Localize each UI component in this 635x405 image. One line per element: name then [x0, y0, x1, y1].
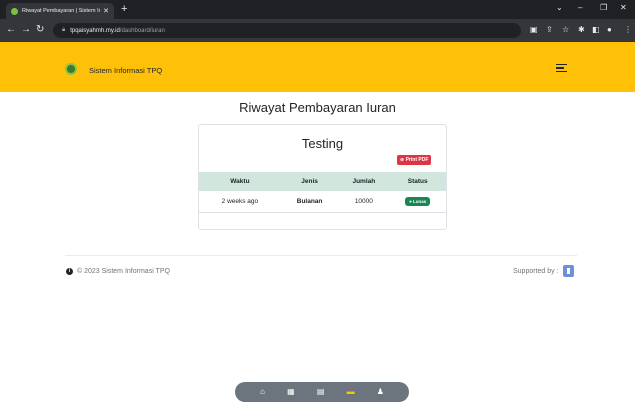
- column-header-status: Status: [407, 178, 428, 185]
- table-header-row: Waktu Jenis Jumlah Status: [199, 172, 446, 191]
- new-tab-icon[interactable]: +: [121, 3, 127, 15]
- info-icon: i: [66, 268, 73, 275]
- tab-favicon-icon: [11, 7, 18, 15]
- users-icon[interactable]: ♟: [377, 387, 384, 397]
- minimize-icon[interactable]: –: [578, 3, 582, 12]
- column-header-jenis: Jenis: [301, 178, 318, 185]
- lock-icon[interactable]: 🔒︎: [62, 27, 65, 34]
- close-window-icon[interactable]: ✕: [620, 3, 627, 12]
- column-header-waktu: Waktu: [230, 178, 250, 185]
- column-header-jumlah: Jumlah: [352, 178, 376, 185]
- brand-title[interactable]: Sistem Informasi TPQ: [89, 66, 162, 75]
- cell-status: ● Lunas: [389, 191, 446, 213]
- cell-jenis: Bulanan: [280, 191, 339, 213]
- page-title: Riwayat Pembayaran Iuran: [239, 100, 396, 115]
- url-path: /dashboard/iuran: [119, 27, 165, 34]
- wallet-icon[interactable]: ▬: [347, 387, 355, 397]
- clipboard-icon[interactable]: ▤: [317, 387, 325, 397]
- bookmark-star-icon[interactable]: ☆: [562, 25, 569, 34]
- print-pdf-label: Print PDF: [405, 157, 429, 163]
- site-navbar: Sistem Informasi TPQ: [0, 42, 635, 92]
- extensions-icon[interactable]: ✱: [578, 25, 585, 34]
- table-row: 2 weeks ago Bulanan 10000 ● Lunas: [199, 191, 446, 213]
- card-title: Testing: [301, 136, 344, 151]
- brand-logo[interactable]: [65, 63, 77, 75]
- reload-icon[interactable]: ↻: [36, 23, 44, 37]
- footer-copyright: i © 2023 Sistem Informasi TPQ: [66, 268, 170, 275]
- profile-icon[interactable]: ●: [607, 25, 612, 34]
- supported-by-text: Supported by :: [513, 267, 559, 275]
- browser-toolbar: ← → ↻ 🔒︎ tpqaisyahmh.my.id /dashboard/iu…: [0, 19, 635, 42]
- restore-icon[interactable]: ❐: [600, 3, 607, 12]
- menu-icon[interactable]: ⋮: [624, 25, 632, 34]
- back-icon[interactable]: ←: [6, 23, 16, 37]
- address-bar[interactable]: 🔒︎ tpqaisyahmh.my.id /dashboard/iuran: [53, 23, 521, 38]
- bottom-nav: ⌂ ▦ ▤ ▬ ♟: [235, 382, 409, 402]
- forward-icon[interactable]: →: [21, 23, 31, 37]
- browser-tab[interactable]: Riwayat Pembayaran | Sistem Inf… ✕: [6, 3, 114, 19]
- url-host: tpqaisyahmh.my.id: [70, 27, 120, 34]
- payment-card: Testing ⊕ Print PDF Waktu Jenis Jumlah S…: [198, 124, 447, 230]
- cell-waktu: 2 weeks ago: [199, 191, 281, 213]
- tab-close-icon[interactable]: ✕: [103, 7, 109, 15]
- copyright-text: © 2023 Sistem Informasi TPQ: [77, 268, 170, 275]
- calculator-icon[interactable]: ▦: [287, 387, 295, 397]
- hamburger-menu-icon[interactable]: [556, 64, 567, 74]
- sidepanel-icon[interactable]: ◧: [592, 25, 600, 34]
- translate-icon[interactable]: ▣: [530, 25, 538, 34]
- payment-table: Waktu Jenis Jumlah Status 2 weeks ago Bu…: [199, 172, 446, 213]
- print-pdf-button[interactable]: ⊕ Print PDF: [397, 155, 432, 165]
- sponsor-logo[interactable]: [562, 265, 574, 277]
- cell-jumlah: 10000: [338, 191, 390, 213]
- status-badge: ● Lunas: [405, 196, 431, 206]
- tab-search-icon[interactable]: ⌄: [556, 3, 563, 12]
- footer-divider: [65, 255, 577, 256]
- home-icon[interactable]: ⌂: [260, 387, 265, 397]
- browser-tab-strip: Riwayat Pembayaran | Sistem Inf… ✕ + ⌄ –…: [0, 0, 635, 19]
- share-icon[interactable]: ⇪: [546, 25, 553, 34]
- footer-supported: Supported by :: [513, 265, 574, 277]
- tab-title: Riwayat Pembayaran | Sistem Inf…: [22, 8, 101, 14]
- status-label: Lunas: [413, 198, 427, 204]
